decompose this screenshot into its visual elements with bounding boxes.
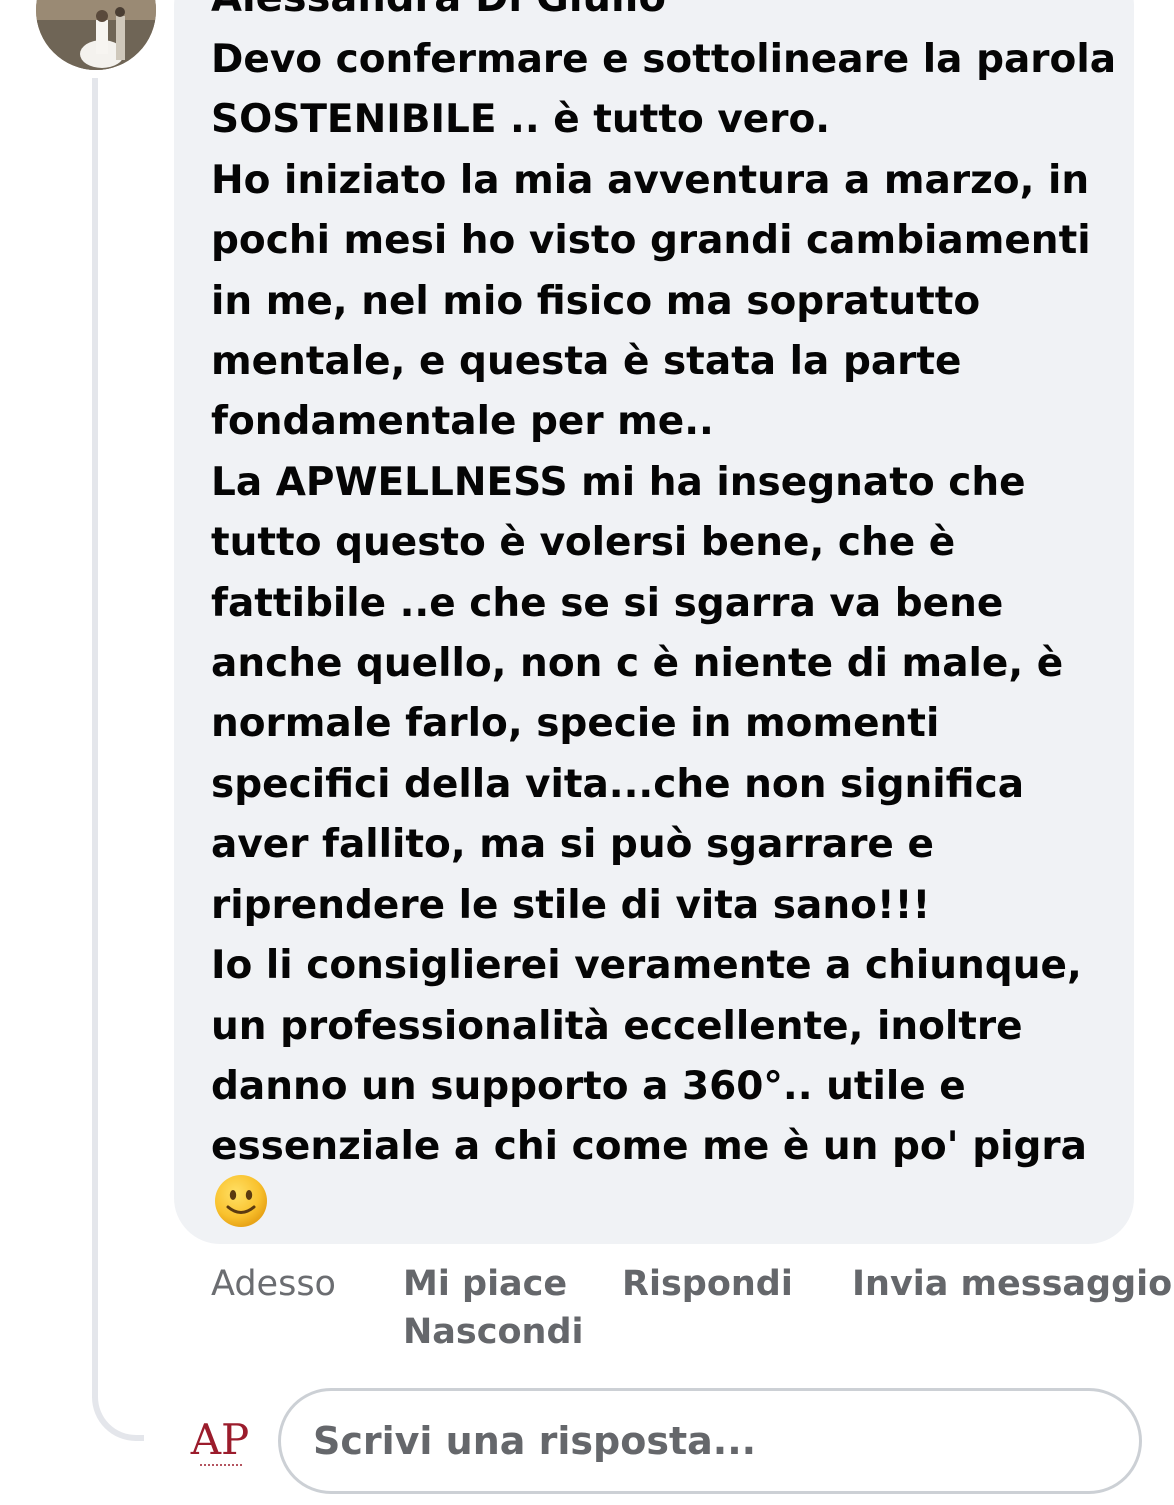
comment-line: aver fallito, ma si può sgarrare e: [211, 822, 934, 868]
comment-line: danno un supporto a 360°.. utile e: [211, 1063, 966, 1109]
comment-line: SOSTENIBILE .. è tutto vero.: [211, 97, 831, 143]
comment-line: La APWELLNESS mi ha insegnato che: [211, 459, 1026, 505]
avatar-photo-icon: [36, 0, 156, 70]
comment-line: fattibile ..e che se si sgarra va bene: [211, 580, 1004, 626]
hide-button[interactable]: Nascondi: [403, 1308, 584, 1356]
comment-timestamp: Adesso: [211, 1264, 336, 1304]
reply-composer[interactable]: [278, 1388, 1142, 1494]
comment-line: un professionalità eccellente, inoltre: [211, 1003, 1023, 1049]
thread-connector-line: [92, 78, 144, 1441]
send-message-button[interactable]: Invia messaggio: [852, 1260, 1172, 1308]
reply-button[interactable]: Rispondi: [622, 1260, 793, 1308]
comment-line: riprendere le stile di vita sano!!!: [211, 882, 931, 928]
comment-line: pochi mesi ho visto grandi cambiamenti: [211, 218, 1091, 264]
comment-line: Devo confermare e sottolineare la parola: [211, 37, 1117, 82]
comment-line: Ho iniziato la mia avventura a marzo, in: [211, 157, 1090, 203]
like-button[interactable]: Mi piace: [403, 1260, 567, 1308]
comment-line: anche quello, non c è niente di male, è: [211, 641, 1064, 687]
comment-line: fondamentale per me..: [211, 399, 714, 445]
commenter-avatar[interactable]: [36, 0, 156, 70]
comment-line: normale farlo, specie in momenti: [211, 701, 940, 747]
comment-line: mentale, e questa è stata la parte: [211, 339, 962, 385]
slightly-smiling-face-icon: [215, 1175, 267, 1227]
comment-line: in me, nel mio fisico ma sopratutto: [211, 278, 981, 324]
comment-text: Devo confermare e sottolineare la parola…: [211, 30, 1117, 1178]
comment-line: tutto questo è volersi bene, che è: [211, 520, 956, 566]
logo-letters: AP: [190, 1415, 249, 1464]
comment-author-name[interactable]: Alessandra Di Giulio: [211, 0, 666, 18]
reply-input[interactable]: [313, 1391, 1093, 1491]
comment-line: Io li consiglierei veramente a chiunque,: [211, 943, 1082, 989]
apwellness-logo-icon: AP: [190, 1415, 249, 1466]
comment-line: specifici della vita...che non significa: [211, 761, 1025, 807]
comment-thread: Alessandra Di Giulio Devo confermare e s…: [0, 0, 1174, 1505]
comment-line: essenziale a chi come me è un po' pigra: [211, 1124, 1087, 1170]
